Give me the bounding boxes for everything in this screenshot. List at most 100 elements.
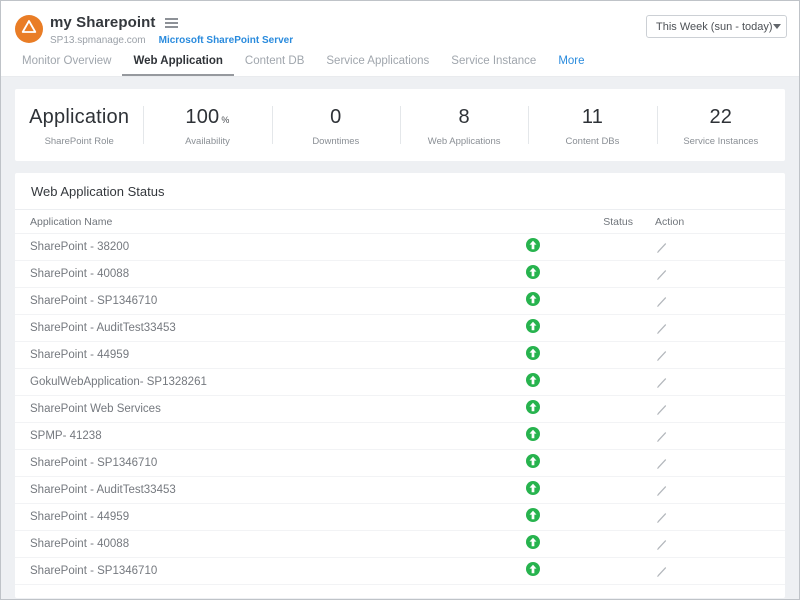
action-cell (633, 322, 770, 335)
action-cell (633, 511, 770, 524)
status-cell (513, 238, 553, 257)
table-row: SPMP- 41238 (15, 423, 785, 450)
status-cell (513, 265, 553, 284)
stat-value: 8 (400, 106, 528, 129)
edit-pencil-icon[interactable] (655, 484, 668, 497)
stat-sharepoint-role: Application SharePoint Role (15, 104, 143, 147)
application-name: SharePoint - AuditTest33453 (30, 322, 513, 334)
application-name: SharePoint - 44959 (30, 349, 513, 361)
table-row: SharePoint - AuditTest33453 (15, 477, 785, 504)
status-cell (513, 427, 553, 446)
stat-value: 0 (272, 106, 400, 129)
table-row: SharePoint - 38200 (15, 234, 785, 261)
table-row: SharePoint Web Services (15, 396, 785, 423)
stat-label: Downtimes (272, 136, 400, 147)
table-body: SharePoint - 38200 SharePoint - 40088 (15, 234, 785, 585)
action-cell (633, 376, 770, 389)
status-cell (513, 508, 553, 527)
stat-label: Service Instances (657, 136, 785, 147)
period-selector-value: This Week (sun - today) (656, 21, 773, 33)
stat-availability: 100% Availability (143, 104, 271, 147)
status-cell (513, 400, 553, 419)
tab-content-db[interactable]: Content DB (234, 55, 315, 76)
edit-pencil-icon[interactable] (655, 430, 668, 443)
edit-pencil-icon[interactable] (655, 457, 668, 470)
tab-web-application[interactable]: Web Application (122, 55, 233, 76)
stat-label: Content DBs (528, 136, 656, 147)
application-name: SharePoint Web Services (30, 403, 513, 415)
status-cell (513, 373, 553, 392)
stat-value: 11 (528, 106, 656, 129)
stat-value: Application (15, 106, 143, 129)
tab-more[interactable]: More (547, 55, 595, 76)
stat-downtimes: 0 Downtimes (272, 104, 400, 147)
column-header-action: Action (633, 216, 770, 228)
edit-pencil-icon[interactable] (655, 565, 668, 578)
status-cell (513, 292, 553, 311)
stat-label: Web Applications (400, 136, 528, 147)
status-cell (513, 319, 553, 338)
status-up-icon (526, 373, 540, 392)
header: my Sharepoint SP13.spmanage.com Microsof… (1, 1, 799, 77)
status-cell (513, 562, 553, 581)
table-row: GokulWebApplication- SP1328261 (15, 369, 785, 396)
table-row: SharePoint - 40088 (15, 531, 785, 558)
server-type-link[interactable]: Microsoft SharePoint Server (159, 35, 293, 46)
tab-service-instance[interactable]: Service Instance (440, 55, 547, 76)
monitor-logo (15, 15, 43, 43)
table-row: SharePoint - 40088 (15, 261, 785, 288)
status-up-icon (526, 319, 540, 338)
action-cell (633, 565, 770, 578)
summary-stats-card: Application SharePoint Role 100% Availab… (15, 89, 785, 161)
section-title: Web Application Status (15, 173, 785, 210)
action-cell (633, 268, 770, 281)
table-row: SharePoint - SP1346710 (15, 558, 785, 585)
edit-pencil-icon[interactable] (655, 349, 668, 362)
edit-pencil-icon[interactable] (655, 268, 668, 281)
edit-pencil-icon[interactable] (655, 322, 668, 335)
status-cell (513, 535, 553, 554)
stat-value: 22 (657, 106, 785, 129)
edit-pencil-icon[interactable] (655, 376, 668, 389)
warning-triangle-icon (21, 19, 37, 39)
edit-pencil-icon[interactable] (655, 241, 668, 254)
period-selector[interactable]: This Week (sun - today) (646, 15, 787, 38)
action-cell (633, 349, 770, 362)
edit-pencil-icon[interactable] (655, 511, 668, 524)
status-up-icon (526, 427, 540, 446)
application-name: SharePoint - 44959 (30, 511, 513, 523)
tab-bar: Monitor Overview Web Application Content… (1, 50, 799, 76)
stat-content-dbs: 11 Content DBs (528, 104, 656, 147)
table-row: SharePoint - AuditTest33453 (15, 315, 785, 342)
page-title: my Sharepoint (50, 14, 156, 31)
action-cell (633, 457, 770, 470)
action-cell (633, 241, 770, 254)
status-up-icon (526, 265, 540, 284)
status-cell (513, 454, 553, 473)
hamburger-menu-icon[interactable] (165, 16, 178, 30)
status-up-icon (526, 238, 540, 257)
tab-service-applications[interactable]: Service Applications (315, 55, 440, 76)
application-name: SharePoint - 40088 (30, 538, 513, 550)
percent-unit: % (221, 115, 229, 125)
action-cell (633, 403, 770, 416)
status-up-icon (526, 535, 540, 554)
status-cell (513, 481, 553, 500)
status-up-icon (526, 346, 540, 365)
stat-web-applications: 8 Web Applications (400, 104, 528, 147)
table-header-row: Application Name Status Action (15, 210, 785, 234)
status-up-icon (526, 562, 540, 581)
application-name: SharePoint - SP1346710 (30, 457, 513, 469)
caret-down-icon (773, 24, 781, 29)
stat-label: SharePoint Role (15, 136, 143, 147)
edit-pencil-icon[interactable] (655, 403, 668, 416)
tab-monitor-overview[interactable]: Monitor Overview (11, 55, 122, 76)
table-row: SharePoint - SP1346710 (15, 450, 785, 477)
action-cell (633, 538, 770, 551)
monitor-host: SP13.spmanage.com (50, 35, 146, 46)
edit-pencil-icon[interactable] (655, 538, 668, 551)
action-cell (633, 484, 770, 497)
status-cell (513, 346, 553, 365)
edit-pencil-icon[interactable] (655, 295, 668, 308)
application-name: SharePoint - 40088 (30, 268, 513, 280)
